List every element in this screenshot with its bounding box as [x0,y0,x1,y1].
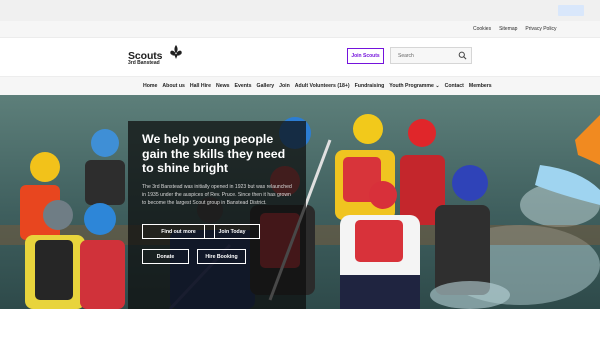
utility-bar: Cookies Sitemap Privacy Policy [0,21,600,38]
faint-topbar-button [558,5,584,16]
hire-booking-button[interactable]: Hire Booking [197,249,246,264]
hero-banner: We help young people gain the skills the… [0,95,600,309]
nav-join[interactable]: Join [279,83,290,89]
search-input[interactable]: Search [390,47,472,64]
sitemap-link[interactable]: Sitemap [499,26,517,32]
top-strip [0,0,600,21]
join-today-button[interactable]: Join Today [204,224,260,239]
group-name: 3rd Banstead [128,60,160,66]
nav-youth-programme[interactable]: Youth Programme ⌄ [389,83,439,89]
nav-events[interactable]: Events [235,83,252,89]
nav-hall-hire[interactable]: Hall Hire [190,83,211,89]
page-below-hero [0,309,600,338]
hero-headline: We help young people gain the skills the… [142,132,286,175]
nav-youth-programme-label: Youth Programme [389,83,434,89]
nav-news[interactable]: News [216,83,230,89]
search-icon[interactable] [458,51,467,60]
brand-logo[interactable]: Scouts 3rd Banstead [128,45,182,66]
site-header: Scouts 3rd Banstead Join Scouts Search [0,38,600,76]
nav-gallery[interactable]: Gallery [257,83,275,89]
donate-button[interactable]: Donate [142,249,189,264]
join-scouts-button[interactable]: Join Scouts [347,48,384,64]
chevron-down-icon: ⌄ [435,83,440,89]
privacy-policy-link[interactable]: Privacy Policy [525,26,556,32]
nav-members[interactable]: Members [469,83,492,89]
utility-links: Cookies Sitemap Privacy Policy [473,26,557,32]
cookies-link[interactable]: Cookies [473,26,491,32]
search-placeholder: Search [398,53,414,59]
hero-description: The 3rd Banstead was initially opened in… [142,184,292,207]
nav-adult-volunteers[interactable]: Adult Volunteers (18+) [295,83,350,89]
nav-home[interactable]: Home [143,83,157,89]
nav-fundraising[interactable]: Fundraising [355,83,385,89]
fleur-de-lis-icon [170,45,182,59]
main-navigation: Home About us Hall Hire News Events Gall… [0,76,600,95]
nav-about-us[interactable]: About us [162,83,184,89]
nav-contact[interactable]: Contact [445,83,464,89]
hero-text-panel: We help young people gain the skills the… [128,121,306,309]
